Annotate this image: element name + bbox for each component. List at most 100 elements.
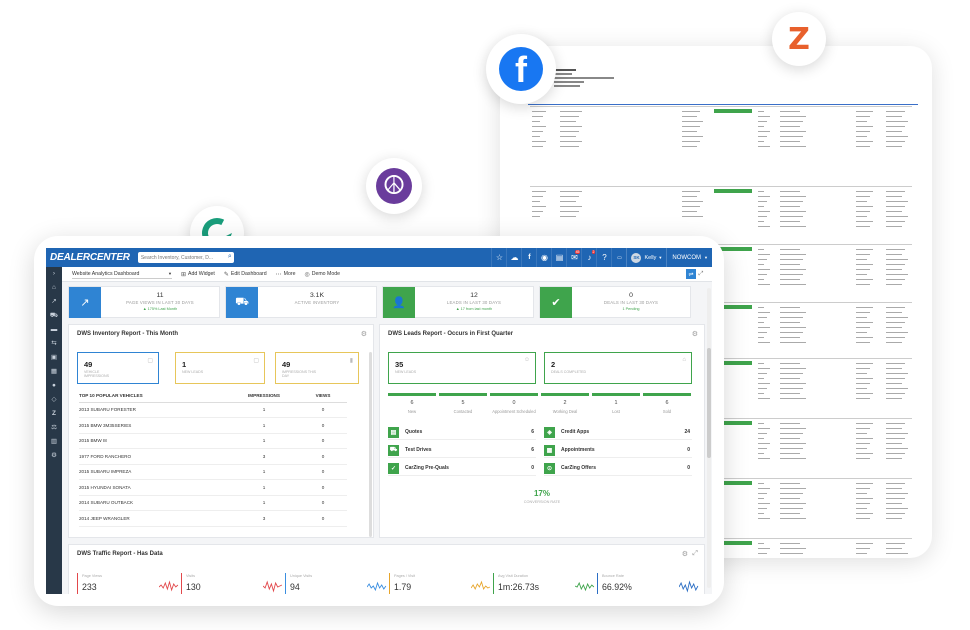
kpi-active-inventory-label: ACTIVE INVENTORY [294, 300, 340, 305]
lead-activity-row[interactable]: ▦ Appointments 0 [544, 443, 692, 458]
sidebar-deals-icon[interactable]: ⇆ [46, 337, 62, 349]
lead-activity-row[interactable]: ◈ Credit Apps 24 [544, 425, 692, 440]
table-row[interactable]: 2013 SUBARU FORESTER 1 0 [79, 402, 347, 418]
sidebar-tools-icon[interactable]: ▥ [46, 435, 62, 447]
table-row[interactable]: 2014 JEEP WRANGLER 3 0 [79, 510, 347, 527]
chrome-icon[interactable]: ◉ [536, 248, 551, 267]
traffic-metric[interactable]: Bounce Rate 66.92% [597, 573, 699, 594]
report-fine-print [856, 140, 873, 142]
table-row[interactable]: 1977 FORD RANCHERO 3 0 [79, 448, 347, 465]
more-button[interactable]: ⋯ More [276, 271, 296, 278]
search-input[interactable] [140, 254, 221, 261]
table-row[interactable]: 2015 BMW 3M35SERIES 1 0 [79, 417, 347, 434]
table-row[interactable]: 2014 SUBARU OUTBACK 1 0 [79, 495, 347, 511]
traffic-metric[interactable]: Unique Visits 94 [285, 573, 387, 594]
kpi-deals[interactable]: ✔ 0 DEALS IN LAST 30 DAYS 1 Pending [539, 286, 691, 318]
traffic-metric[interactable]: Visits 130 [181, 573, 283, 594]
lead-activity-value: 6 [531, 429, 534, 435]
vehicle-name: 2014 SUBARU OUTBACK [79, 495, 229, 511]
kpi-active-inventory-value: 3.1K [310, 292, 324, 299]
kpi-leads[interactable]: 👤 12 LEADS IN LAST 30 DAYS ▲ 17 from las… [382, 286, 534, 318]
report-fine-print [758, 190, 764, 192]
messages-icon[interactable]: ✉ 45 [566, 248, 581, 267]
table-row[interactable]: 2015 HYUNDAI SONATA 1 0 [79, 479, 347, 496]
sidebar-settings-icon[interactable]: ⚙ [46, 449, 62, 461]
sidebar-expand-icon[interactable]: › [46, 267, 62, 279]
clipboard-icon[interactable]: ▤ [551, 248, 566, 267]
report-fine-print [780, 273, 803, 275]
stage-bar [388, 393, 436, 396]
bell-icon[interactable]: ♪ 2 [581, 248, 596, 267]
gear-icon[interactable]: ⚙ [692, 330, 698, 338]
dashboard-select[interactable]: Website Analytics Dashboard ▼ [72, 269, 172, 279]
star-icon[interactable]: ☆ [491, 248, 506, 267]
report-fine-print [758, 382, 770, 384]
report-fine-print [856, 215, 867, 217]
lead-activity-value: 0 [687, 447, 690, 453]
search-icon[interactable]: ⌕ [228, 253, 232, 261]
report-fine-print [682, 120, 703, 122]
inventory-scrollbar[interactable] [369, 352, 372, 537]
lead-activity-row[interactable]: ▤ Quotes 6 [388, 425, 536, 440]
report-fine-print [780, 497, 800, 499]
dealercenter-logo[interactable]: DEALERCENTER [50, 252, 130, 263]
share-icon[interactable]: ⇌ [686, 269, 696, 279]
views-cell: 0 [299, 402, 347, 418]
global-search[interactable]: ⌕ [137, 252, 234, 263]
conversion-rate-value: 17% [533, 489, 550, 498]
report-fine-print [560, 140, 582, 142]
traffic-metric[interactable]: Avg Visit Duration 1m:26.73s [493, 573, 595, 594]
report-fine-print [560, 215, 576, 217]
facebook-nav-icon[interactable]: f [521, 248, 536, 267]
add-widget-button[interactable]: ⊞ Add Widget [181, 271, 215, 278]
report-fine-print [856, 427, 870, 429]
report-fine-print [856, 306, 873, 308]
page-scrollbar-thumb[interactable] [707, 348, 711, 458]
report-fine-print [856, 195, 870, 197]
help-menu-icon[interactable]: ▭ [611, 248, 626, 267]
sidebar-lock-icon[interactable]: ▣ [46, 351, 62, 363]
sidebar-analytics-icon[interactable]: ↗ [46, 295, 62, 307]
demo-mode-button[interactable]: ◎ Demo Mode [304, 271, 340, 278]
report-fine-print [758, 432, 767, 434]
help-icon[interactable]: ? [596, 248, 611, 267]
inventory-metric-impressions: 49 VEHICLE IMPRESSIONS ▢ [77, 352, 159, 384]
sidebar-zillow-icon[interactable]: Z [46, 407, 62, 419]
report-block-rule [530, 106, 912, 107]
lead-activity-row[interactable]: ✓ CarZing Pre-Quals 0 [388, 461, 536, 476]
lead-activity-row[interactable]: ⊙ CarZing Offers 0 [544, 461, 692, 476]
user-menu[interactable]: SK Kelly ▼ [626, 248, 666, 267]
gear-icon[interactable]: ⚙ [361, 330, 367, 338]
traffic-metric[interactable]: Page Views 233 [77, 573, 179, 594]
report-fine-print [856, 110, 873, 112]
report-fine-print [856, 552, 867, 554]
sidebar-tag-icon[interactable]: ◇ [46, 393, 62, 405]
report-fine-print [856, 542, 873, 544]
sidebar-inventory-icon[interactable]: ⛟ [46, 309, 62, 321]
fullscreen-icon[interactable]: ⤢ [696, 269, 706, 279]
company-switcher[interactable]: NOWCOM ▼ [666, 248, 712, 267]
report-fine-print [886, 326, 902, 328]
lead-activity-row[interactable]: ⛟ Test Drives 6 [388, 443, 536, 458]
cloud-icon[interactable]: ☁ [506, 248, 521, 267]
kpi-active-inventory[interactable]: ⛟ 3.1K ACTIVE INVENTORY [225, 286, 377, 318]
expand-icon[interactable]: ⤢ [692, 550, 698, 558]
report-fine-print [856, 135, 867, 137]
page-scrollbar[interactable] [707, 288, 711, 588]
edit-dashboard-button[interactable]: ✎ Edit Dashboard [224, 271, 267, 278]
kpi-page-views[interactable]: ↗ 11 PAGE VIEWS IN LAST 30 DAYS ▲ 175% L… [68, 286, 220, 318]
report-fine-print [780, 200, 803, 202]
sidebar-pin-icon[interactable]: ● [46, 379, 62, 391]
table-row[interactable]: 2015 BMW I8 1 0 [79, 433, 347, 449]
kpi-deals-value: 0 [629, 292, 633, 299]
sidebar-scale-icon[interactable]: ⚖ [46, 421, 62, 433]
sidebar-car-icon[interactable]: ▬ [46, 323, 62, 335]
report-fine-print [560, 190, 582, 192]
table-row[interactable]: 2015 SUBARU IMPREZA 1 0 [79, 464, 347, 480]
report-fine-print [886, 283, 902, 285]
traffic-metric[interactable]: Pages / Visit 1.79 [389, 573, 491, 594]
gear-icon[interactable]: ⚙ [682, 550, 688, 558]
sidebar-home-icon[interactable]: ⌂ [46, 281, 62, 293]
sidebar-document-icon[interactable]: ▦ [46, 365, 62, 377]
traffic-metric-label: Avg Visit Duration [498, 574, 529, 578]
